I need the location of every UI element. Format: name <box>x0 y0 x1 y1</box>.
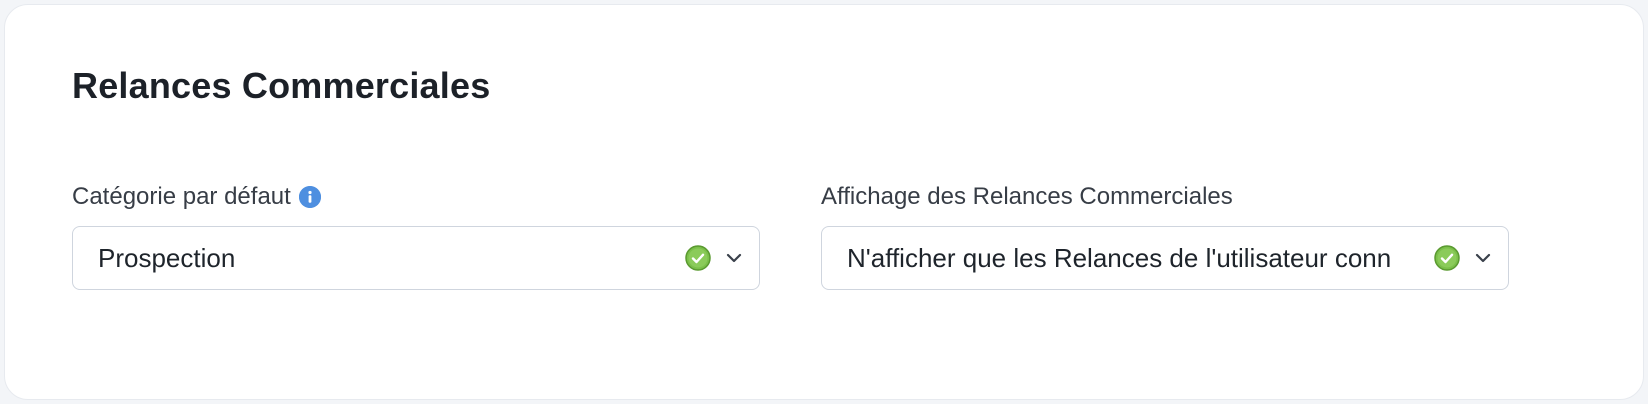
display-label-row: Affichage des Relances Commerciales <box>821 183 1545 211</box>
display-label: Affichage des Relances Commerciales <box>821 183 1233 210</box>
display-field: Affichage des Relances Commerciales N'af… <box>821 183 1545 290</box>
check-circle-icon <box>1434 245 1460 271</box>
chevron-down-icon[interactable] <box>723 247 745 269</box>
info-icon[interactable] <box>298 186 321 208</box>
default-category-label-row: Catégorie par défaut <box>72 183 796 211</box>
display-value: N'afficher que les Relances de l'utilisa… <box>847 242 1392 273</box>
chevron-down-icon[interactable] <box>1472 247 1494 269</box>
section-title: Relances Commerciales <box>72 65 491 106</box>
default-category-field: Catégorie par défaut Prospection <box>72 183 796 290</box>
default-category-select[interactable]: Prospection <box>72 226 760 290</box>
relances-card: Relances Commerciales Catégorie par défa… <box>4 4 1644 400</box>
display-select[interactable]: N'afficher que les Relances de l'utilisa… <box>821 226 1509 290</box>
check-circle-icon <box>685 245 711 271</box>
default-category-label: Catégorie par défaut <box>72 183 291 210</box>
default-category-value: Prospection <box>98 242 236 273</box>
